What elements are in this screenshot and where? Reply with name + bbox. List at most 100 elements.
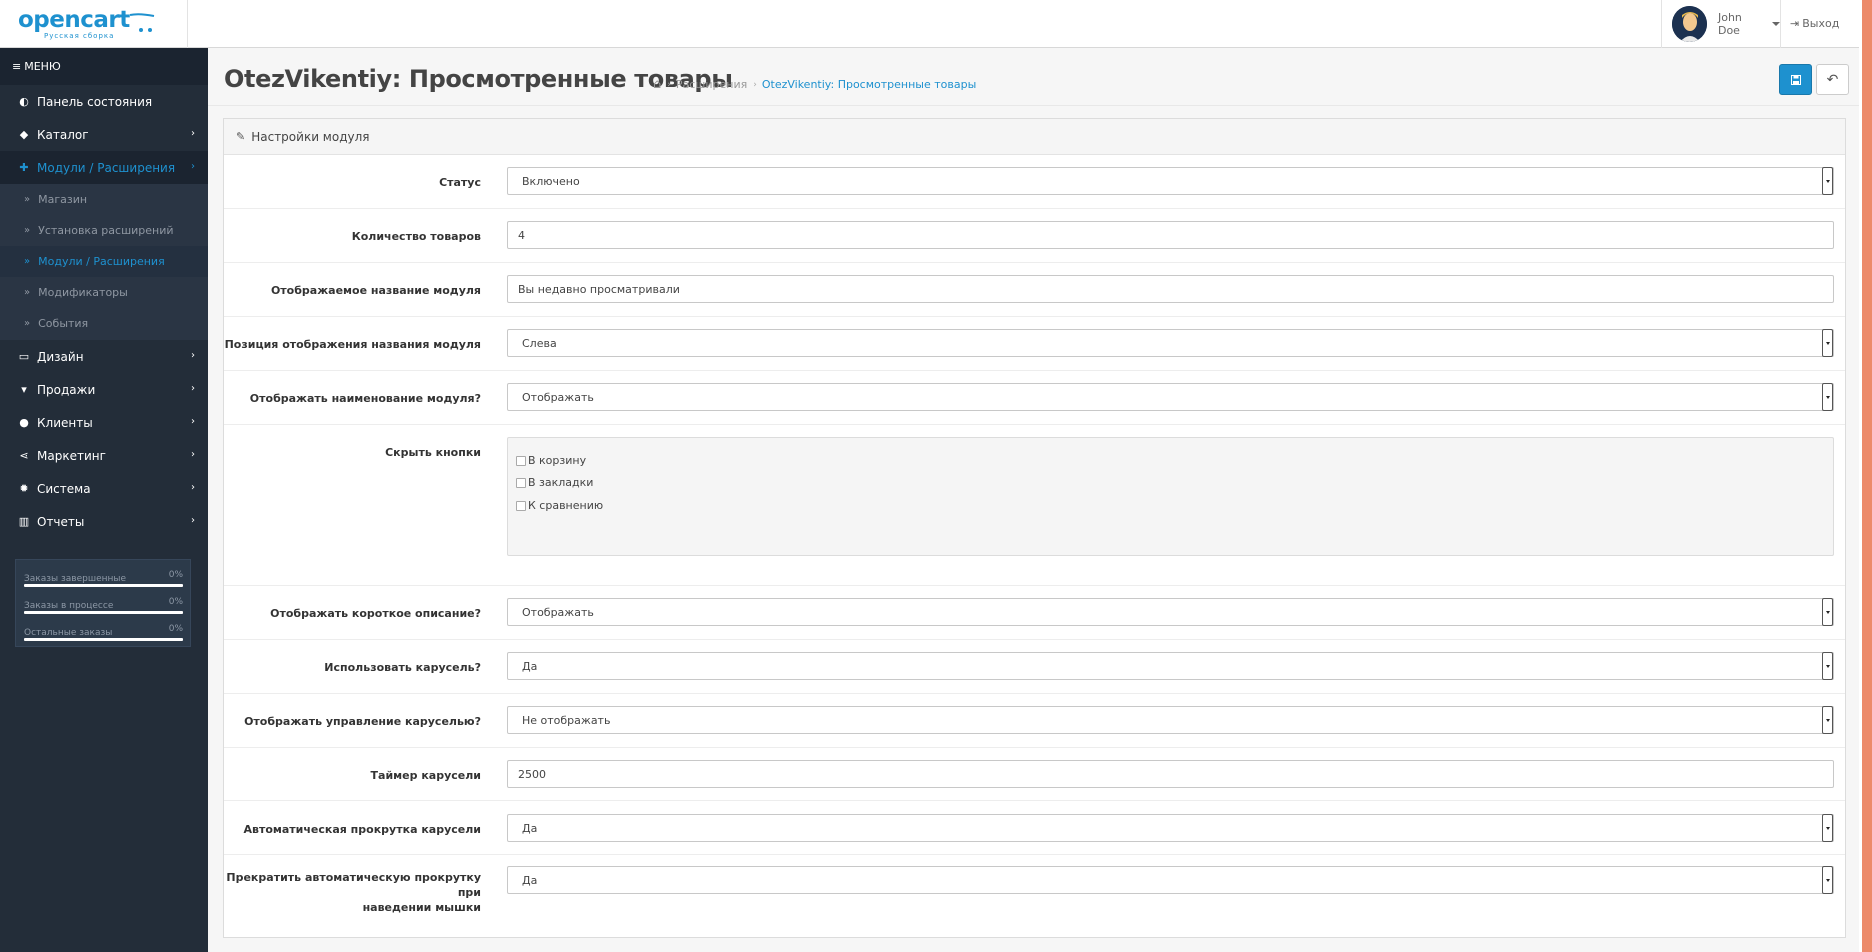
submenu-item-store[interactable]: » Магазин <box>0 184 208 215</box>
stat-other: Остальные заказы 0% <box>24 624 183 651</box>
checkbox-cart[interactable]: В корзину <box>516 454 586 467</box>
sidebar-item-catalog[interactable]: ◆ Каталог › <box>0 118 208 151</box>
form-row-show-name: Отображать наименование модуля? Отобража… <box>224 371 1845 425</box>
scrollbar-track[interactable] <box>1859 0 1862 952</box>
short-desc-select[interactable]: Отображать <box>507 598 1834 626</box>
header-divider <box>187 0 188 48</box>
stat-progress-bar <box>24 638 183 641</box>
sidebar-item-dashboard[interactable]: ◐ Панель состояния <box>0 85 208 118</box>
show-name-select[interactable]: Отображать <box>507 383 1834 411</box>
chevron-right-icon: › <box>191 449 195 460</box>
top-header: opencart Русская сборка John Doe ⇥ Выход <box>0 0 1872 48</box>
home-icon[interactable]: ⌂ <box>653 77 661 92</box>
form-row-pause-on-hover: Прекратить автоматическую прокрутку при … <box>224 855 1845 937</box>
sidebar-item-sales[interactable]: ▾ Продажи › <box>0 373 208 406</box>
display-name-label: Отображаемое название модуля <box>270 284 481 297</box>
checkbox-wishlist[interactable]: В закладки <box>516 476 593 489</box>
page-header: OtezVikentiy: Просмотренные товары ⌂ › Р… <box>208 48 1859 106</box>
tags-icon: ◆ <box>19 128 29 141</box>
form-row-autoplay: Автоматическая прокрутка карусели Да <box>224 801 1845 855</box>
form-row-hide-buttons: Скрыть кнопки В корзину В закладки К сра… <box>224 425 1845 586</box>
checkbox-label: К сравнению <box>528 499 604 512</box>
sidebar-item-extensions[interactable]: ✚ Модули / Расширения › <box>0 151 208 184</box>
checkbox-box[interactable] <box>516 500 526 511</box>
submenu-item-events[interactable]: » События <box>0 308 208 339</box>
user-icon: ● <box>19 416 29 429</box>
checkbox-box[interactable] <box>516 455 526 466</box>
use-carousel-select[interactable]: Да <box>507 652 1834 680</box>
stat-label: Заказы в процессе <box>24 601 114 611</box>
double-chevron-icon: » <box>24 318 31 329</box>
back-button[interactable]: ↶ <box>1816 64 1849 95</box>
select-arrow-icon <box>1822 706 1833 734</box>
sidebar-item-label: Дизайн <box>37 349 84 364</box>
checkbox-box[interactable] <box>516 477 526 488</box>
dashboard-icon: ◐ <box>19 95 29 108</box>
select-arrow-icon <box>1822 652 1833 680</box>
form-row-count: Количество товаров 4 <box>224 209 1845 263</box>
sidebar-item-label: Клиенты <box>37 415 93 430</box>
input-value: 2500 <box>518 767 546 781</box>
carousel-timer-label: Таймер карусели <box>370 769 481 782</box>
pause-on-hover-select[interactable]: Да <box>507 866 1834 894</box>
form-row-use-carousel: Использовать карусель? Да <box>224 640 1845 694</box>
show-name-label: Отображать наименование модуля? <box>249 392 481 405</box>
select-arrow-icon <box>1822 167 1833 195</box>
bars-icon: ≡ <box>12 60 22 73</box>
pause-on-hover-label: Прекратить автоматическую прокрутку при … <box>224 870 481 915</box>
submenu-item-extensions[interactable]: » Модули / Расширения <box>0 246 208 277</box>
breadcrumb-current[interactable]: OtezVikentiy: Просмотренные товары <box>762 78 976 91</box>
avatar <box>1672 6 1707 42</box>
breadcrumb-extensions[interactable]: Расширения <box>676 78 747 91</box>
stat-label: Заказы завершенные <box>24 574 127 584</box>
double-chevron-icon: » <box>24 194 31 205</box>
sidebar-item-label: Модули / Расширения <box>37 160 176 175</box>
breadcrumb-separator: › <box>667 79 671 90</box>
submenu-item-modifications[interactable]: » Модификаторы <box>0 277 208 308</box>
checkbox-compare[interactable]: К сравнению <box>516 499 603 512</box>
opencart-logo[interactable]: opencart Русская сборка <box>18 8 168 42</box>
name-position-select[interactable]: Слева <box>507 329 1834 357</box>
chevron-right-icon: › <box>191 350 195 361</box>
menu-toggle[interactable]: ≡ МЕНЮ <box>0 48 208 85</box>
stat-percent: 0% <box>168 597 183 607</box>
sidebar-item-reports[interactable]: ▥ Отчеты › <box>0 505 208 538</box>
hide-buttons-checkbox-list: В корзину В закладки К сравнению <box>507 437 1834 556</box>
sidebar-item-design[interactable]: ▭ Дизайн › <box>0 340 208 373</box>
submenu-item-installer[interactable]: » Установка расширений <box>0 215 208 246</box>
status-select[interactable]: Включено <box>507 167 1834 195</box>
stat-progress-bar <box>24 584 183 587</box>
order-stats: Заказы завершенные 0% Заказы в процессе … <box>15 559 191 647</box>
display-name-input[interactable]: Вы недавно просматривали <box>507 275 1834 303</box>
carousel-timer-input[interactable]: 2500 <box>507 760 1834 788</box>
sign-out-icon: ⇥ <box>1790 17 1800 30</box>
save-button[interactable] <box>1779 64 1812 95</box>
breadcrumb: ⌂ › Расширения › OtezVikentiy: Просмотре… <box>653 77 976 92</box>
sidebar-item-system[interactable]: ✹ Система › <box>0 472 208 505</box>
reply-icon: ↶ <box>1826 71 1839 88</box>
user-menu-toggle[interactable]: John Doe <box>1661 0 1781 48</box>
sidebar-item-label: Панель состояния <box>37 94 153 109</box>
input-value: Вы недавно просматривали <box>518 282 680 296</box>
carousel-controls-select[interactable]: Не отображать <box>507 706 1834 734</box>
sidebar-item-label: Отчеты <box>37 514 85 529</box>
caret-down-icon <box>1772 22 1780 26</box>
form-row-carousel-timer: Таймер карусели 2500 <box>224 748 1845 801</box>
stat-progress-bar <box>24 611 183 614</box>
autoplay-select[interactable]: Да <box>507 814 1834 842</box>
select-arrow-icon <box>1822 383 1833 411</box>
panel-title: Настройки модуля <box>251 129 370 144</box>
stat-percent: 0% <box>168 624 183 634</box>
sidebar-item-customers[interactable]: ● Клиенты › <box>0 406 208 439</box>
select-value: Да <box>522 659 538 673</box>
sidebar-item-marketing[interactable]: ⋖ Маркетинг › <box>0 439 208 472</box>
submenu-item-label: Модули / Расширения <box>38 255 165 268</box>
chevron-right-icon: › <box>191 515 195 526</box>
status-label: Статус <box>439 176 481 189</box>
select-value: Да <box>522 821 538 835</box>
count-input[interactable]: 4 <box>507 221 1834 249</box>
menu-title: МЕНЮ <box>24 60 61 73</box>
select-arrow-icon <box>1822 866 1833 894</box>
gear-icon: ✹ <box>19 482 29 495</box>
logout-link[interactable]: ⇥ Выход <box>1790 17 1839 30</box>
